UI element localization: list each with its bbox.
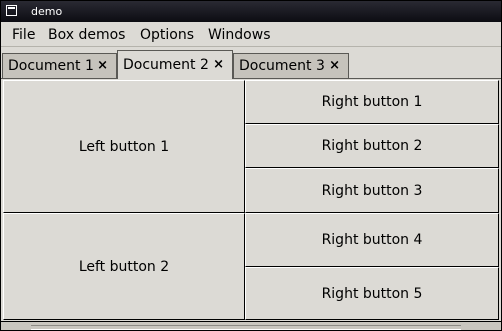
tab-divider (1, 78, 501, 79)
title-bar[interactable]: demo (1, 1, 501, 22)
menu-file[interactable]: File (12, 27, 35, 43)
window-menu-icon[interactable] (6, 5, 17, 16)
tab-label: Document 3 (239, 58, 325, 74)
tab-strip: Document 1 × Document 2 × Document 3 × (1, 48, 501, 80)
close-icon[interactable]: × (329, 58, 340, 73)
tab-document-1[interactable]: Document 1 × (2, 53, 117, 78)
right-button-5[interactable]: Right button 5 (245, 267, 499, 320)
menu-windows[interactable]: Windows (208, 27, 271, 43)
left-button-2[interactable]: Left button 2 (3, 213, 245, 320)
tab-label: Document 1 (8, 58, 94, 74)
tab-document-2[interactable]: Document 2 × (117, 50, 233, 80)
left-button-1[interactable]: Left button 1 (3, 80, 245, 213)
tab-label: Document 2 (123, 57, 209, 73)
tab-document-3[interactable]: Document 3 × (233, 53, 349, 78)
document-content: Left button 1 Left button 2 Right button… (3, 80, 499, 320)
menu-options[interactable]: Options (140, 27, 194, 43)
right-button-2[interactable]: Right button 2 (245, 124, 499, 168)
close-icon[interactable]: × (213, 57, 224, 72)
close-icon[interactable]: × (97, 58, 108, 73)
status-field (31, 325, 461, 330)
demo-window: demo File Box demos Options Windows Docu… (0, 0, 502, 331)
right-button-4[interactable]: Right button 4 (245, 213, 499, 267)
right-button-1[interactable]: Right button 1 (245, 80, 499, 124)
menu-bar: File Box demos Options Windows (1, 22, 501, 47)
menu-box-demos[interactable]: Box demos (48, 27, 125, 43)
right-button-3[interactable]: Right button 3 (245, 168, 499, 213)
status-bar (1, 321, 501, 330)
window-title: demo (31, 5, 63, 18)
